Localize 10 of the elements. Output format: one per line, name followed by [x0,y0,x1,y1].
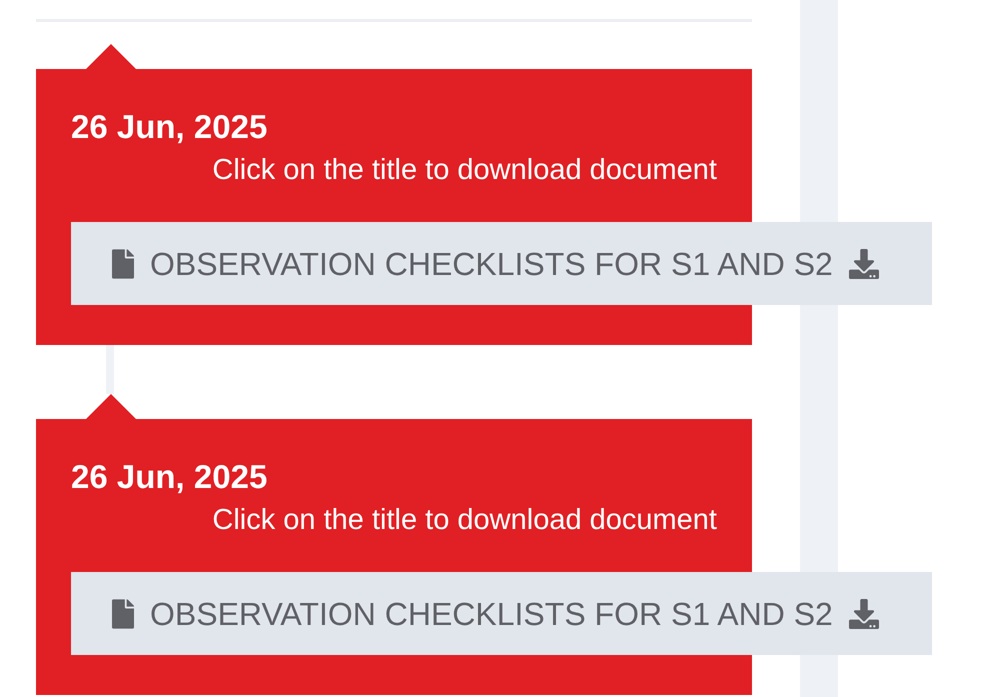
download-icon [848,248,879,278]
download-icon [848,598,879,628]
download-hint: Click on the title to download document [212,153,717,187]
document-download-button[interactable]: OBSERVATION CHECKLISTS FOR S1 AND S2 [71,222,932,305]
entry-date: 26 Jun, 2025 [71,457,268,497]
document-download-button[interactable]: OBSERVATION CHECKLISTS FOR S1 AND S2 [71,572,932,655]
file-icon [112,248,134,278]
file-icon [112,598,134,628]
download-hint: Click on the title to download document [212,503,717,537]
entry-date: 26 Jun, 2025 [71,107,268,147]
